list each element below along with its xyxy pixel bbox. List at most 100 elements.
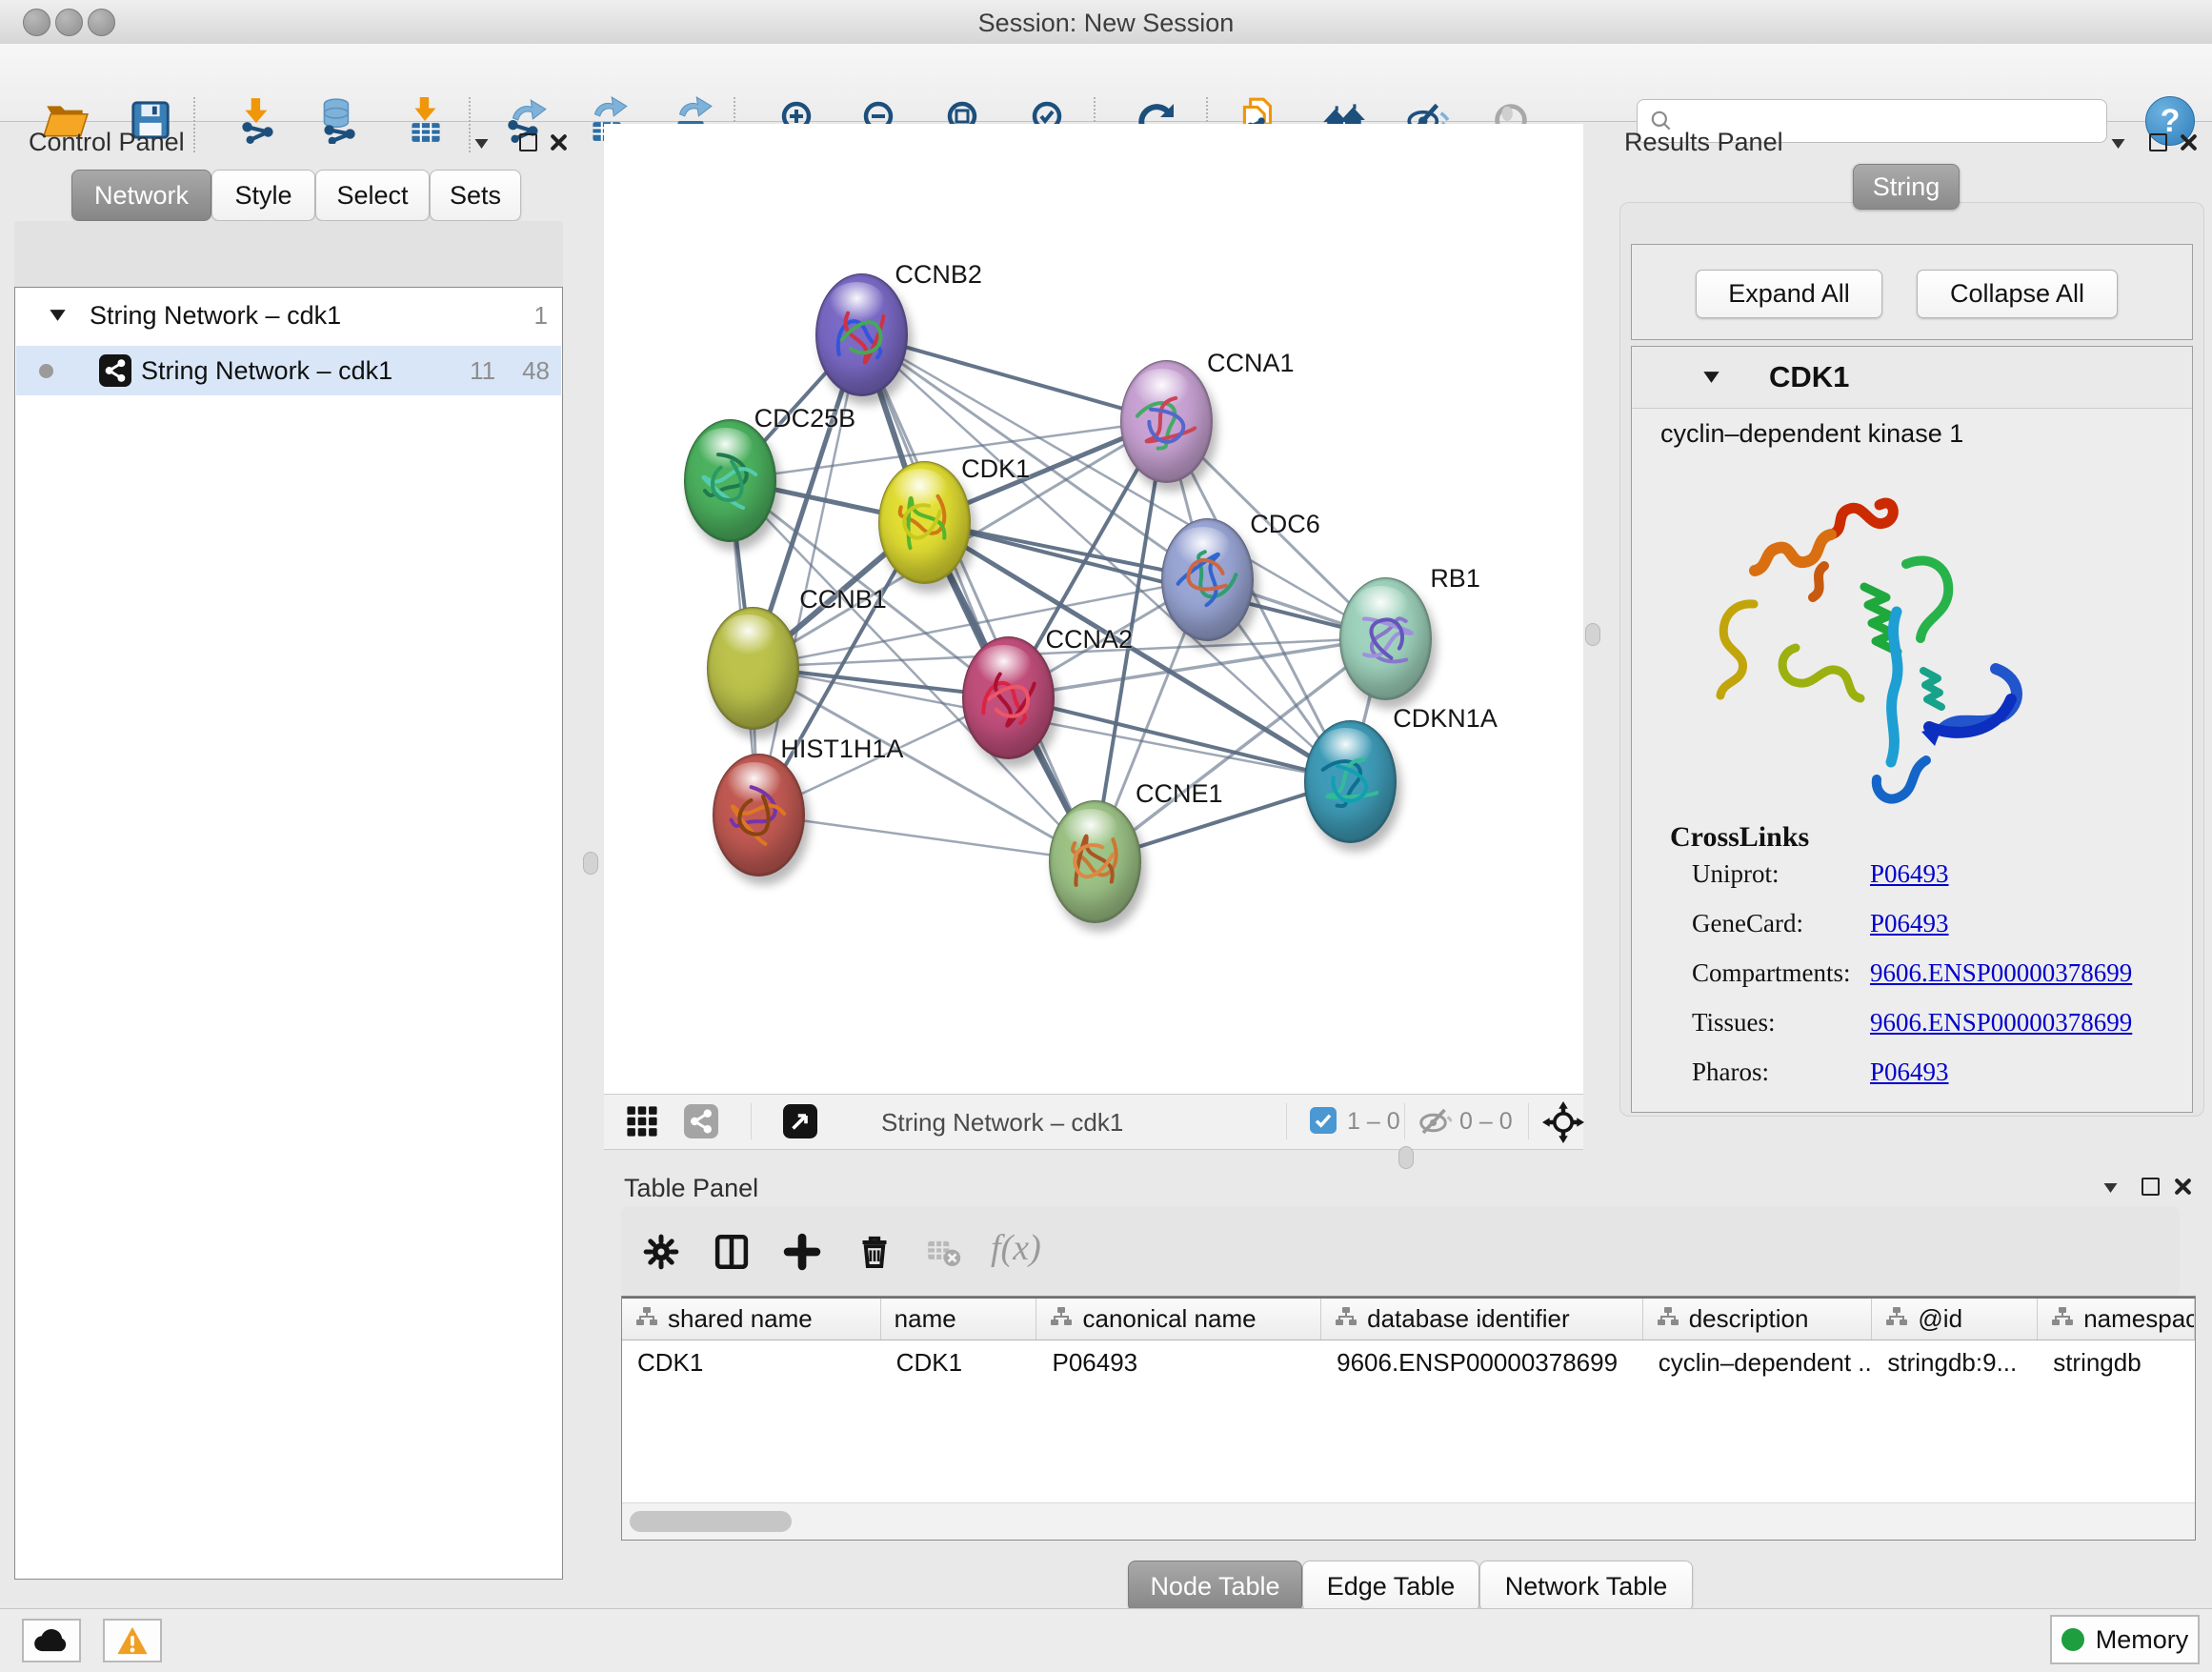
network-node-ccna2[interactable] <box>962 636 1055 759</box>
network-status-dot <box>39 364 53 378</box>
crosslink-row: Uniprot:P06493 <box>1692 859 2187 909</box>
open-in-window-icon[interactable] <box>781 1102 819 1140</box>
cloud-icon <box>33 1626 70 1655</box>
tab-edge-table[interactable]: Edge Table <box>1302 1561 1479 1612</box>
node-label-ccnb1: CCNB1 <box>799 585 887 614</box>
network-edge[interactable] <box>860 334 1094 861</box>
function-builder-icon[interactable]: f(x) <box>991 1227 1041 1269</box>
control-panel-menu-icon[interactable] <box>471 133 492 154</box>
network-row-selected[interactable]: String Network – cdk1 11 48 <box>16 346 561 395</box>
node-details-header[interactable]: CDK1 <box>1632 347 2192 409</box>
crosslink-link[interactable]: P06493 <box>1870 859 1949 889</box>
control-panel-close-icon[interactable] <box>548 131 569 152</box>
import-network-file-icon[interactable] <box>233 95 283 145</box>
create-column-plus-icon[interactable] <box>775 1225 829 1279</box>
tab-select[interactable]: Select <box>315 170 430 221</box>
tab-style[interactable]: Style <box>211 170 315 221</box>
crosslink-label: Pharos: <box>1692 1058 1769 1087</box>
cloud-button[interactable] <box>22 1619 81 1662</box>
crosslink-link[interactable]: 9606.ENSP00000378699 <box>1870 958 2132 988</box>
network-node-cdc25b[interactable] <box>684 419 776 542</box>
delete-column-trash-icon[interactable] <box>848 1225 901 1279</box>
results-panel-float-icon[interactable] <box>2147 131 2168 152</box>
node-details-collapse-icon[interactable] <box>1702 371 1720 384</box>
crosslink-link[interactable]: 9606.ENSP00000378699 <box>1870 1008 2132 1037</box>
import-network-database-icon[interactable] <box>313 95 363 145</box>
footer-separator <box>1528 1103 1529 1139</box>
table-panel-float-icon[interactable] <box>2140 1176 2161 1197</box>
right-splitter-handle[interactable] <box>1585 623 1600 646</box>
table-cell[interactable]: P06493 <box>1036 1340 1321 1384</box>
table-settings-gear-icon[interactable] <box>634 1225 688 1279</box>
network-canvas[interactable]: CCNB2CCNA1CDC25BCDK1CDC6RB1CCNB1CCNA2CDK… <box>604 124 1583 1094</box>
column-header-canonical-name[interactable]: canonical name <box>1036 1299 1321 1340</box>
pan-crosshair-icon[interactable] <box>1541 1100 1585 1144</box>
tab-network-table[interactable]: Network Table <box>1479 1561 1693 1612</box>
table-horizontal-scrollbar[interactable] <box>622 1502 2195 1540</box>
table-cell[interactable]: CDK1 <box>622 1340 881 1384</box>
select-columns-icon[interactable] <box>705 1225 758 1279</box>
crosslink-row: Tissues:9606.ENSP00000378699 <box>1692 1008 2187 1058</box>
expand-all-button[interactable]: Expand All <box>1696 270 1882 318</box>
table-toolbar: f(x) <box>621 1206 2180 1298</box>
horizontal-splitter-handle[interactable] <box>1398 1146 1414 1169</box>
column-header-name[interactable]: name <box>881 1299 1037 1340</box>
crosslink-link[interactable]: P06493 <box>1870 1058 1949 1087</box>
results-panel-menu-icon[interactable] <box>2107 133 2128 154</box>
network-node-ccna1[interactable] <box>1120 360 1213 483</box>
network-node-ccnb1[interactable] <box>707 607 799 730</box>
left-splitter-handle[interactable] <box>583 852 598 875</box>
scrollbar-thumb[interactable] <box>630 1511 792 1532</box>
tab-sets[interactable]: Sets <box>430 170 521 221</box>
import-table-file-icon[interactable] <box>401 95 451 145</box>
tab-network[interactable]: Network <box>71 170 211 221</box>
selected-checkbox-icon[interactable] <box>1309 1106 1337 1135</box>
network-edge[interactable] <box>757 815 1094 861</box>
results-panel-close-icon[interactable] <box>2178 131 2199 152</box>
crosslink-link[interactable]: P06493 <box>1870 909 1949 938</box>
collection-expand-icon[interactable] <box>49 309 67 322</box>
footer-separator <box>1286 1103 1287 1139</box>
table-panel-close-icon[interactable] <box>2172 1176 2193 1197</box>
results-tab-string[interactable]: String <box>1853 164 1960 210</box>
network-node-hist1h1a[interactable] <box>713 754 805 876</box>
birds-eye-view-icon[interactable] <box>623 1102 661 1140</box>
hidden-items-icon[interactable] <box>1416 1102 1454 1140</box>
table-cell[interactable]: cyclin–dependent ... <box>1643 1340 1873 1384</box>
node-label-ccna2: CCNA2 <box>1046 625 1134 655</box>
hidden-counts: 0 – 0 <box>1459 1108 1513 1136</box>
column-header--id[interactable]: @id <box>1872 1299 2038 1340</box>
protein-structure-glyph <box>712 772 806 859</box>
shared-column-icon <box>2051 1304 2074 1334</box>
table-cell[interactable]: CDK1 <box>881 1340 1037 1384</box>
table-row[interactable]: CDK1CDK1P064939606.ENSP00000378699cyclin… <box>622 1340 2195 1384</box>
network-node-cdkn1a[interactable] <box>1304 720 1397 843</box>
column-header-database-identifier[interactable]: database identifier <box>1321 1299 1643 1340</box>
table-cell[interactable]: stringdb <box>2038 1340 2195 1384</box>
network-node-ccnb2[interactable] <box>815 273 908 396</box>
control-panel-float-icon[interactable] <box>517 131 538 152</box>
warning-button[interactable] <box>103 1619 162 1662</box>
string-share-icon[interactable] <box>682 1102 720 1140</box>
network-collection-row[interactable]: String Network – cdk1 1 <box>16 291 561 340</box>
results-panel-title: Results Panel <box>1624 128 1783 157</box>
network-node-ccne1[interactable] <box>1049 800 1141 923</box>
network-node-rb1[interactable] <box>1339 577 1432 700</box>
column-header-label: database identifier <box>1367 1304 1569 1334</box>
column-header-namespace[interactable]: namespace <box>2038 1299 2195 1340</box>
memory-button[interactable]: Memory <box>2050 1615 2200 1664</box>
table-panel-menu-icon[interactable] <box>2100 1178 2121 1199</box>
shared-column-icon <box>635 1304 658 1334</box>
table-cell[interactable]: stringdb:9... <box>1872 1340 2038 1384</box>
column-header-shared-name[interactable]: shared name <box>622 1299 881 1340</box>
delete-table-icon[interactable] <box>916 1225 970 1279</box>
collapse-all-button[interactable]: Collapse All <box>1917 270 2118 318</box>
network-node-cdc6[interactable] <box>1161 518 1254 641</box>
column-header-description[interactable]: description <box>1643 1299 1873 1340</box>
network-node-cdk1[interactable] <box>878 461 971 584</box>
tab-node-table[interactable]: Node Table <box>1128 1561 1302 1612</box>
protein-structure-glyph <box>883 476 966 569</box>
table-cell[interactable]: 9606.ENSP00000378699 <box>1321 1340 1643 1384</box>
column-header-label: shared name <box>668 1304 813 1334</box>
title-bar: Session: New Session <box>0 0 2212 45</box>
